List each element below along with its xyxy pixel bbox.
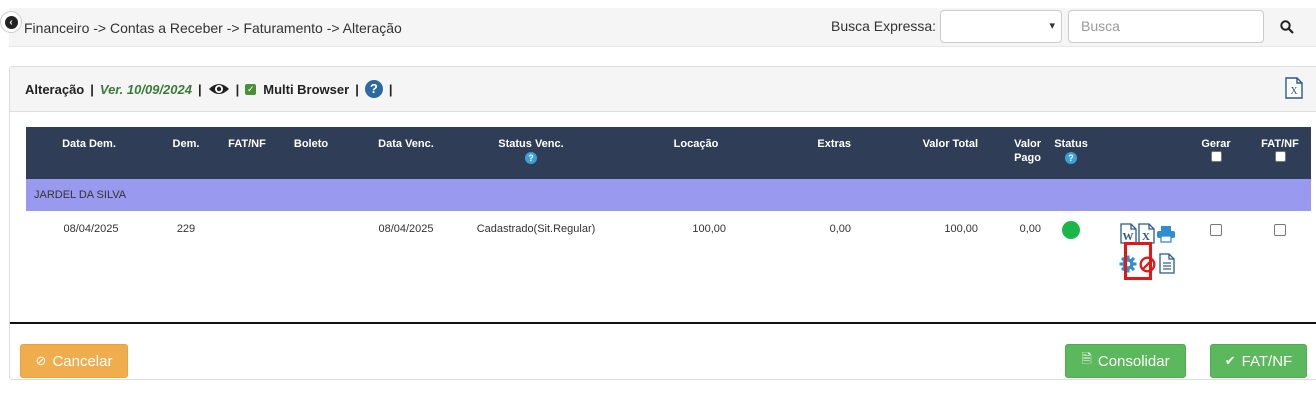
cell-data-dem: 08/04/2025 [63,223,119,235]
back-icon[interactable]: ‹ [0,11,22,33]
multi-browser-label: Multi Browser [263,81,350,97]
chevron-down-icon: ▾ [1049,20,1055,32]
cancel-button[interactable]: ⊘ Cancelar [20,344,128,378]
col-valor-total: Valor Total [922,138,978,150]
fatnf-button[interactable]: ✔ FAT/NF [1210,344,1307,378]
file-icon: 🗎 [1081,351,1092,366]
ban-icon: ⊘ [35,353,47,368]
cell-dem: 229 [176,223,196,235]
col-status-label: Status [1054,138,1088,150]
consolidar-button[interactable]: 🗎 Consolidar [1065,344,1186,378]
busca-expressa-select[interactable]: ▾ [940,10,1062,43]
client-group-row: JARDEL DA SILVA [26,179,1311,211]
help-icon[interactable]: ? [364,80,383,98]
col-status-venc-label: Status Venc. [498,138,564,150]
cancel-button-label: Cancelar [52,352,113,370]
cell-extras: 0,00 [829,223,851,235]
busca-expressa-label: Busca Expressa: [831,18,937,34]
col-gerar: Gerar [1193,137,1239,166]
cell-status-venc: Cadastrado(Sit.Regular) [476,223,596,235]
table-header: Data Dem. Dem. FAT/NF Boleto Data Venc. … [26,127,1311,179]
excel-doc-icon[interactable]: X [1138,223,1156,244]
col-valor-pago-label-1: Valor [1014,138,1041,150]
consolidar-button-label: Consolidar [1097,352,1170,370]
row-fatnf-checkbox[interactable] [1274,224,1286,236]
main-panel: Alteração | Ver. 10/09/2024 | | ✓ Multi … [9,66,1316,380]
status-help-icon[interactable]: ? [1065,152,1077,164]
cell-data-venc: 08/04/2025 [378,223,434,235]
cell-valor-total: 100,00 [944,223,978,235]
panel-header: Alteração | Ver. 10/09/2024 | | ✓ Multi … [10,67,1316,112]
col-fat-nf-check: FAT/NF [1256,137,1304,166]
document-icon[interactable] [1159,253,1175,274]
col-status-venc: Status Venc. ? [486,137,576,165]
gerar-all-checkbox[interactable] [1210,151,1222,162]
col-gerar-label: Gerar [1201,138,1231,150]
col-valor-pago-label-2: Pago [1014,152,1041,164]
col-valor-pago: Valor Pago [1001,137,1041,165]
col-status: Status ? [1051,137,1091,165]
col-boleto: Boleto [293,138,329,150]
fatnf-all-checkbox[interactable] [1274,151,1286,162]
search-button[interactable] [1268,10,1306,43]
status-indicator [1062,221,1080,239]
multi-browser-checkbox[interactable]: ✓ [245,83,257,95]
cell-locacao: 100,00 [692,223,726,235]
col-locacao: Locação [673,138,719,150]
printer-icon[interactable] [1156,225,1176,243]
col-dem: Dem. [172,138,200,150]
cancel-action-highlight [1124,242,1152,280]
col-data-dem: Data Dem. [62,138,116,150]
col-data-venc: Data Venc. [378,138,434,150]
svg-text:X: X [1290,86,1298,97]
word-doc-icon[interactable]: W [1120,223,1138,244]
col-fat-nf-check-label: FAT/NF [1261,138,1299,150]
eye-icon[interactable] [208,82,230,96]
excel-export-icon[interactable]: X [1284,77,1304,99]
check-circle-icon: ✔ [1224,353,1236,368]
table-row: 08/04/2025 229 08/04/2025 Cadastrado(Sit… [26,211,1311,321]
version-label: Ver. 10/09/2024 [99,81,192,97]
breadcrumb: Financeiro -> Contas a Receber -> Fatura… [24,20,402,36]
status-venc-help-icon[interactable]: ? [525,152,537,164]
col-fat-nf: FAT/NF [228,138,266,150]
search-input[interactable]: Busca [1068,10,1264,43]
search-icon [1280,19,1294,34]
fatnf-button-label: FAT/NF [1241,352,1293,370]
cell-valor-pago: 0,00 [1019,223,1041,235]
row-gerar-checkbox[interactable] [1210,224,1222,236]
divider [10,322,1316,324]
client-name: JARDEL DA SILVA [34,189,127,201]
panel-title: Alteração [25,81,85,97]
col-extras: Extras [817,138,851,150]
